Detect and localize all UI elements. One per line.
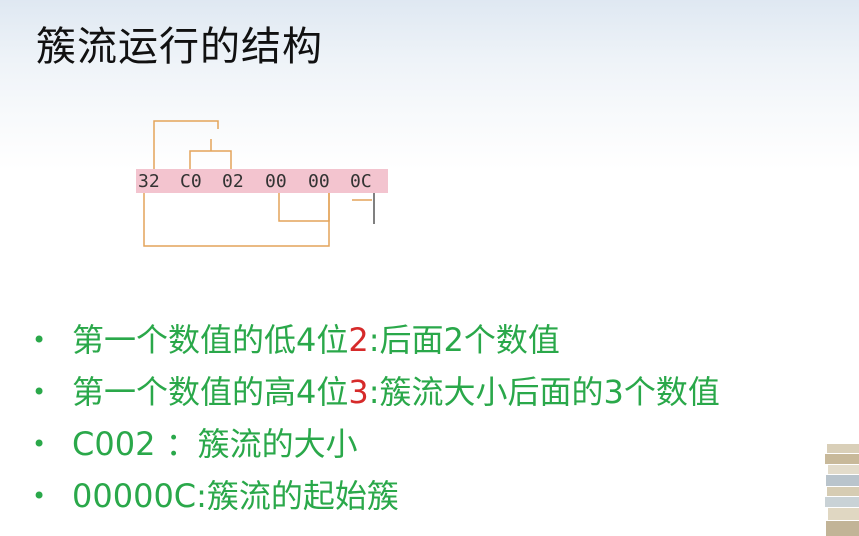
connector-bytes4-6-bracket — [278, 193, 330, 222]
bullet-item: • C002 ：簇流的大小 — [32, 422, 720, 474]
bullet-highlight: 3 — [348, 373, 369, 411]
slide: 簇流运行的结构 32 C0 02 00 00 0C • 第一个数值的低4位2:后面… — [0, 0, 859, 536]
bullet-list: • 第一个数值的低4位2:后面2个数值 • 第一个数值的高4位3:簇流大小后面的3个… — [32, 318, 720, 526]
bullet-dot-icon: • — [32, 378, 47, 406]
bullet-text: 第一个数值的高4位 — [72, 373, 349, 411]
book-stack-decoration — [825, 444, 859, 536]
bullet-item: • 00000C:簇流的起始簇 — [32, 474, 720, 526]
connector-byte1-to-bytes2-3 — [153, 120, 219, 170]
hex-byte: C0 — [180, 171, 202, 192]
hex-byte: 0C — [350, 171, 372, 192]
bullet-text: 00000C:簇流的起始簇 — [72, 477, 399, 515]
connector-bytes2-3-bracket — [189, 150, 232, 170]
bullet-item: • 第一个数值的高4位3:簇流大小后面的3个数值 — [32, 370, 720, 422]
bullet-text: :簇流大小后面的3个数值 — [368, 373, 720, 411]
bullet-dot-icon: • — [32, 482, 47, 510]
bullet-text: C002 ：簇流的大小 — [72, 425, 358, 463]
hex-byte: 32 — [138, 171, 160, 192]
hex-byte-row: 32 C0 02 00 00 0C — [138, 171, 372, 339]
bullet-text: :后面2个数值 — [368, 321, 560, 359]
hex-byte: 00 — [308, 171, 330, 192]
bullet-highlight: 2 — [348, 321, 369, 359]
hex-byte: 00 — [265, 171, 287, 192]
bullet-dot-icon: • — [32, 430, 47, 458]
bullet-text: 第一个数值的低4位 — [72, 321, 349, 359]
hex-byte: 02 — [222, 171, 244, 192]
bullet-item: • 第一个数值的低4位2:后面2个数值 — [32, 318, 720, 370]
bullet-dot-icon: • — [32, 326, 47, 354]
